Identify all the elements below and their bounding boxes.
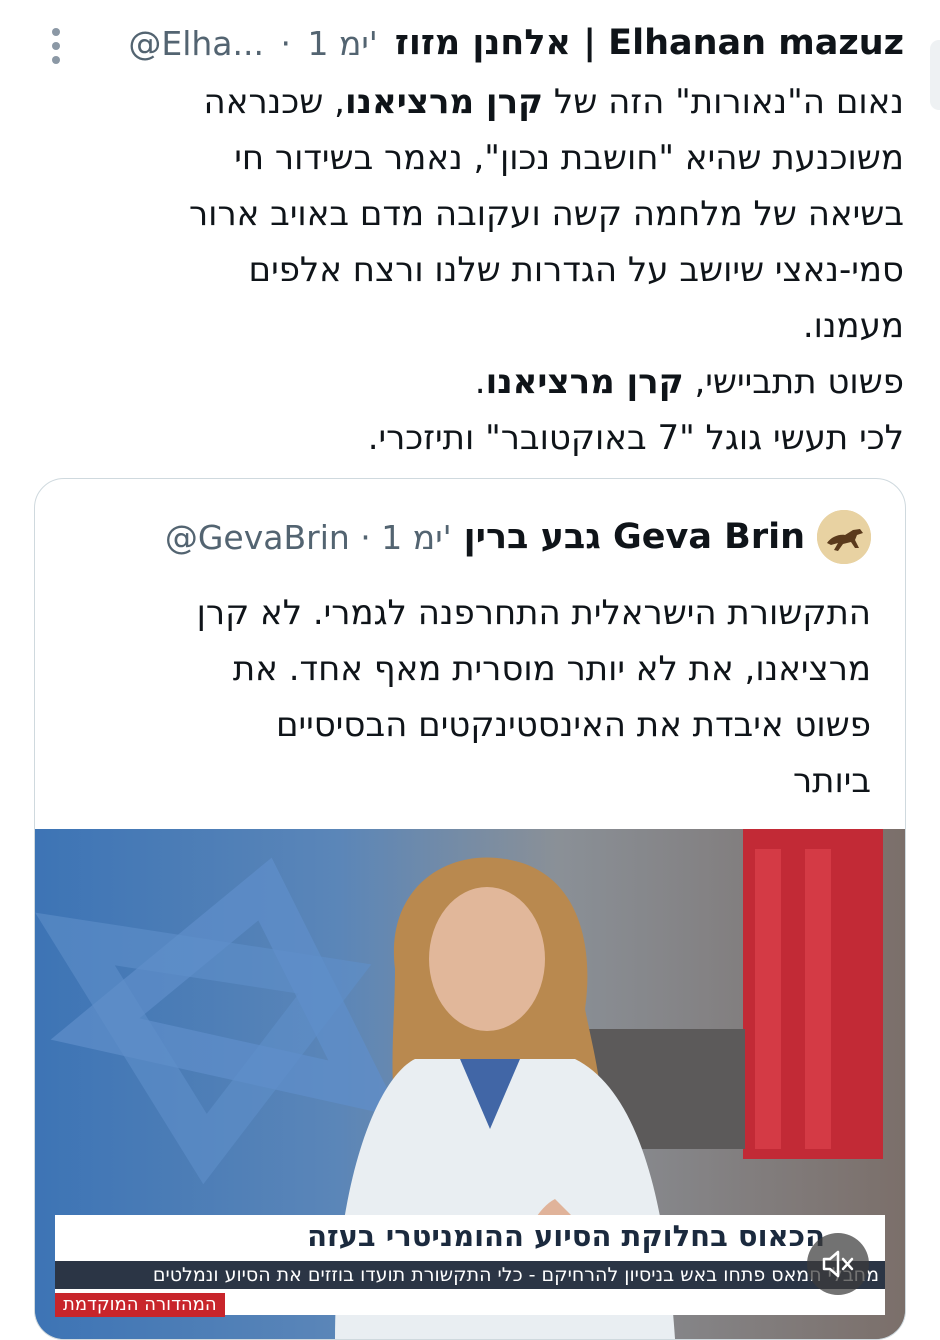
quoted-text-line: התקשורת הישראלית התחרפנה לגמרי. לא קרן [196, 593, 871, 633]
text-segment: מעמנו. [802, 306, 904, 346]
tweet-text-line: נאום ה"נאורות" הזה של קרן מרציאנו, שכנרא… [44, 74, 904, 130]
quoted-tweet-meta: @GevaBrin · 1 ימ' [165, 518, 452, 557]
speaker-muted-icon [822, 1250, 854, 1278]
quoted-handle[interactable]: @GevaBrin [165, 518, 350, 557]
tweet-text: נאום ה"נאורות" הזה של קרן מרציאנו, שכנרא… [44, 74, 904, 466]
tweet-meta: @Elha... · 1 ימ' [125, 24, 381, 63]
scrollbar[interactable] [930, 40, 940, 110]
timestamp[interactable]: 1 ימ' [308, 24, 378, 63]
quoted-text-line: מרציאנו, את לא יותר מוסרית מאף אחד. את [232, 649, 871, 689]
broadcast-tag: המהדורה המוקדמת [55, 1293, 225, 1317]
text-segment: נאום ה"נאורות" הזה של [543, 82, 904, 122]
avatar[interactable] [817, 510, 871, 564]
text-segment: משוכנעת שהיא "חושבת נכון", נאמר בשידור ח… [234, 138, 904, 178]
video-player[interactable]: הכאוס בחלוקת הסיוע ההומניטרי בעזה מחבלי … [35, 829, 905, 1339]
quoted-timestamp[interactable]: 1 ימ' [381, 518, 451, 557]
tweet[interactable]: אלחנן מזוז | Elhanan mazuz @Elha... · 1 … [0, 0, 940, 1340]
ticker-headline: הכאוס בחלוקת הסיוע ההומניטרי בעזה [307, 1219, 825, 1253]
tweet-text-line: סמי-נאצי שיושב על הגדרות שלנו ורצח אלפים [44, 242, 904, 298]
text-segment: , שכנראה [203, 82, 345, 122]
mention-name[interactable]: קרן מרציאנו [345, 82, 543, 122]
quoted-tweet-header: גבע ברין Geva Brin @GevaBrin · 1 ימ' [165, 509, 871, 565]
more-options-icon[interactable] [46, 28, 66, 68]
quoted-tweet-text: התקשורת הישראלית התחרפנה לגמרי. לא קרן מ… [71, 585, 871, 809]
quoted-text-line: פשוט איבדת את האינסטינקטים הבסיסיים [275, 705, 871, 745]
handle[interactable]: @Elha... [128, 24, 264, 63]
tweet-text-line: משוכנעת שהיא "חושבת נכון", נאמר בשידור ח… [44, 130, 904, 186]
quoted-tweet[interactable]: גבע ברין Geva Brin @GevaBrin · 1 ימ' התק… [34, 478, 906, 1340]
tweet-text-line: מעמנו. [44, 298, 904, 354]
text-segment: לכי תעשי גוגל "7 באוקטובר" ותיזכרי. [367, 418, 904, 458]
tweet-text-line: בשיאה של מלחמה קשה ועקובה מדם באויב ארור [44, 186, 904, 242]
quoted-text-line: ביותר [792, 761, 871, 801]
unmute-button[interactable] [807, 1233, 869, 1295]
tweet-text-line: פשוט תתביישי, קרן מרציאנו. [44, 354, 904, 410]
quoted-meta-separator: · [360, 517, 371, 557]
quoted-author-name[interactable]: גבע ברין Geva Brin [464, 517, 805, 557]
text-segment: בשיאה של מלחמה קשה ועקובה מדם באויב ארור [188, 194, 904, 234]
text-segment: סמי-נאצי שיושב על הגדרות שלנו ורצח אלפים [248, 250, 904, 290]
news-ticker: הכאוס בחלוקת הסיוע ההומניטרי בעזה מחבלי … [55, 1215, 885, 1317]
tweet-header: אלחנן מזוז | Elhanan mazuz @Elha... · 1 … [125, 20, 904, 66]
mention-name[interactable]: קרן מרציאנו [486, 362, 684, 402]
ticker-subline: מחבלי חמאס פתחו באש בניסיון להרחיקם - כל… [55, 1261, 885, 1289]
author-name[interactable]: אלחנן מזוז | Elhanan mazuz [395, 23, 904, 63]
text-segment: פשוט תתביישי, [683, 362, 904, 402]
meta-separator: · [280, 23, 292, 63]
text-segment: . [474, 362, 486, 402]
tweet-text-line: לכי תעשי גוגל "7 באוקטובר" ותיזכרי. [44, 410, 904, 466]
